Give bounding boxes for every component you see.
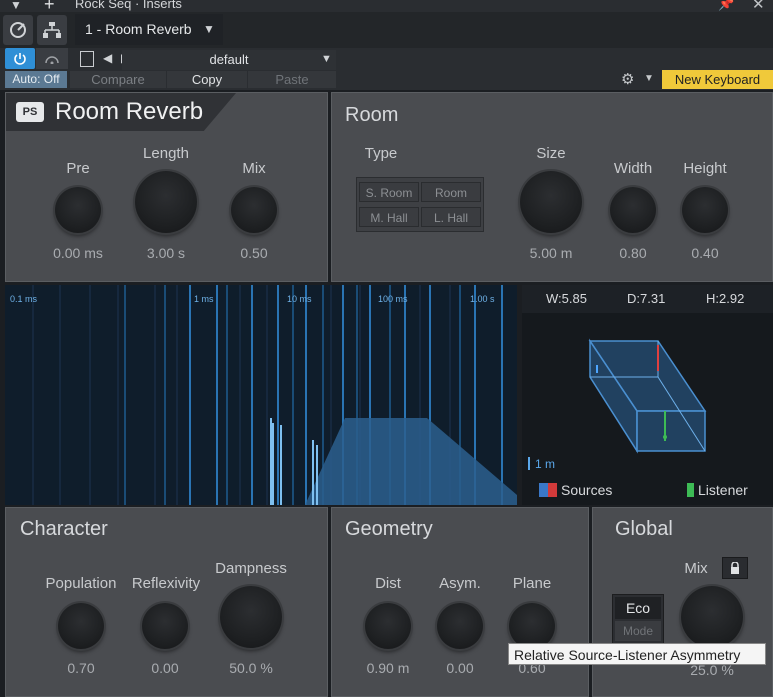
- mix-value: 0.50: [240, 245, 268, 261]
- width-knob[interactable]: [610, 187, 656, 233]
- presonus-logo: PS: [16, 102, 44, 122]
- global-mix-label: Mix: [684, 560, 708, 577]
- height-label: Height: [683, 160, 727, 177]
- room-3d-view[interactable]: [522, 285, 773, 505]
- time-label-3: 100 ms: [378, 294, 408, 304]
- scale-label: 1 m: [535, 457, 556, 471]
- copy-button[interactable]: Copy: [167, 71, 247, 88]
- asym-label: Asym.: [439, 575, 481, 592]
- reflection-graph: [5, 285, 517, 505]
- pre-knob[interactable]: [55, 187, 101, 233]
- preset-slot-label: 1 - Room Reverb: [85, 21, 192, 37]
- type-label: Type: [364, 145, 398, 162]
- chevron-down-icon[interactable]: ▼: [10, 0, 22, 12]
- room-title: Room: [345, 104, 399, 126]
- population-value: 0.70: [67, 660, 95, 676]
- room-height-readout: H:2.92: [706, 291, 745, 306]
- global-mix-knob[interactable]: [681, 586, 743, 648]
- gear-icon[interactable]: ⚙: [621, 70, 634, 88]
- type-room-button[interactable]: Room: [421, 182, 481, 202]
- plugin-title: Room Reverb: [55, 98, 204, 125]
- dampness-value: 50.0 %: [229, 660, 273, 676]
- length-knob[interactable]: [135, 171, 197, 233]
- width-value: 0.80: [619, 245, 647, 261]
- chevron-down-icon[interactable]: ▼: [644, 73, 654, 84]
- dist-knob[interactable]: [365, 603, 411, 649]
- pre-label: Pre: [66, 160, 90, 177]
- listener-legend-label: Listener: [698, 482, 748, 498]
- listener-legend-icon: [687, 483, 694, 497]
- automation-icon[interactable]: [36, 48, 68, 69]
- mix-label: Mix: [242, 160, 266, 177]
- room-box-svg: [522, 285, 773, 505]
- mode-button[interactable]: Mode: [615, 621, 661, 641]
- compare-button[interactable]: Compare: [70, 71, 166, 88]
- plane-label: Plane: [512, 575, 552, 592]
- mix-knob[interactable]: [231, 187, 277, 233]
- sources-legend-label: Sources: [561, 482, 613, 498]
- auto-mode-button[interactable]: Auto: Off: [5, 71, 67, 88]
- population-label: Population: [45, 575, 117, 592]
- type-l-hall-button[interactable]: L. Hall: [421, 207, 481, 227]
- scale-icon: [528, 457, 531, 470]
- geometry-title: Geometry: [345, 518, 433, 540]
- length-label: Length: [143, 145, 189, 162]
- reflection-graph-svg: [5, 285, 517, 505]
- chevron-down-icon[interactable]: ▼: [321, 53, 332, 65]
- height-knob[interactable]: [682, 187, 728, 233]
- preset-name-field[interactable]: default: [122, 50, 336, 70]
- keyboard-selector[interactable]: New Keyboard: [662, 70, 773, 89]
- size-label: Size: [536, 145, 566, 162]
- population-knob[interactable]: [58, 603, 104, 649]
- dampness-label: Dampness: [215, 560, 287, 577]
- size-knob[interactable]: [520, 171, 582, 233]
- preset-slot-selector[interactable]: 1 - Room Reverb: [75, 14, 223, 45]
- time-label-2: 10 ms: [287, 294, 312, 304]
- dist-value: 0.90 m: [366, 660, 410, 676]
- sources-legend-icon: [539, 483, 557, 497]
- type-s-room-button[interactable]: S. Room: [359, 182, 419, 202]
- tooltip: Relative Source-Listener Asymmetry: [508, 643, 766, 665]
- chevron-down-icon[interactable]: ▼: [203, 22, 215, 36]
- character-title: Character: [20, 518, 108, 540]
- size-value: 5.00 m: [529, 245, 573, 261]
- plugin-browser-icon[interactable]: [3, 15, 33, 45]
- pin-icon[interactable]: 📌: [718, 0, 734, 12]
- asym-knob[interactable]: [437, 603, 483, 649]
- previous-preset-icon[interactable]: ◀: [103, 51, 112, 65]
- reflexivity-knob[interactable]: [142, 603, 188, 649]
- global-title: Global: [615, 518, 673, 540]
- time-label-1: 1 ms: [194, 294, 214, 304]
- reflexivity-value: 0.00: [151, 660, 179, 676]
- time-label-0: 0.1 ms: [10, 294, 38, 304]
- width-label: Width: [613, 160, 653, 177]
- asym-value: 0.00: [446, 660, 474, 676]
- power-button[interactable]: [5, 48, 35, 69]
- room-depth-readout: D:7.31: [627, 291, 666, 306]
- eco-button[interactable]: Eco: [615, 597, 661, 619]
- dist-label: Dist: [375, 575, 401, 592]
- reflexivity-label: Reflexivity: [131, 575, 201, 592]
- height-value: 0.40: [691, 245, 719, 261]
- time-label-4: 1.00 s: [470, 294, 495, 304]
- preset-file-icon[interactable]: [80, 51, 94, 67]
- window-title: Rock Seq · Inserts: [75, 0, 182, 11]
- paste-button[interactable]: Paste: [248, 71, 336, 88]
- room-width-readout: W:5.85: [546, 291, 587, 306]
- dampness-knob[interactable]: [220, 586, 282, 648]
- pre-value: 0.00 ms: [53, 245, 103, 261]
- routing-icon[interactable]: [37, 15, 67, 45]
- length-value: 3.00 s: [146, 245, 186, 261]
- lock-icon[interactable]: [722, 557, 748, 579]
- type-m-hall-button[interactable]: M. Hall: [359, 207, 419, 227]
